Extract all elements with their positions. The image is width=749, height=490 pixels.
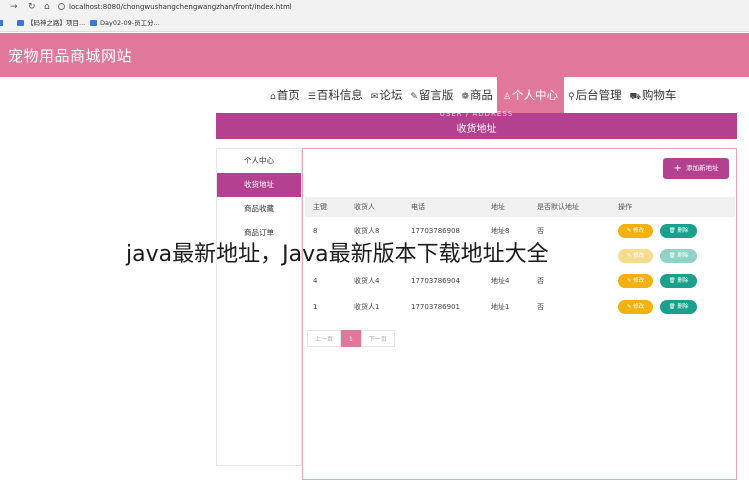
column-header: 是否默认地址 <box>537 203 579 211</box>
sidebar: 个人中心 收货地址 商品收藏 商品订单 <box>216 148 302 466</box>
edit-label: 修改 <box>633 278 645 284</box>
page-number-button[interactable]: 1 <box>341 330 361 347</box>
user-icon: ♙ <box>502 92 512 102</box>
cell-default: 否 <box>537 277 544 285</box>
list-icon: ☰ <box>307 92 316 102</box>
cell-phone: 17703786904 <box>411 277 460 285</box>
address-panel: + 添加新地址 主键 收货人 电话 地址 是否默认地址 操作 8 收货人8 177… <box>302 148 737 480</box>
forward-icon[interactable]: → <box>10 2 18 12</box>
nav-item-user-center[interactable]: ♙个人中心 <box>496 77 565 113</box>
nav-label: 后台管理 <box>575 88 622 102</box>
nav-label: 购物车 <box>641 88 677 102</box>
delete-label: 删除 <box>677 304 689 310</box>
nav-label: 首页 <box>276 88 300 102</box>
reload-icon[interactable]: ↻ <box>28 2 36 12</box>
cart-icon: ⛟ <box>629 92 641 102</box>
main-nav: ⌂首页 ☰百科信息 ✉论坛 ✎留言版 ❁商品 ♙个人中心 ⚲后台管理 ⛟购物车 <box>266 77 680 113</box>
site-title: 宠物用品商城网站 <box>8 47 133 65</box>
nav-label: 百科信息 <box>316 88 363 102</box>
add-address-button[interactable]: + 添加新地址 <box>663 158 729 179</box>
edit-label: 修改 <box>633 228 645 234</box>
delete-button[interactable]: 🗑 删除 <box>660 300 697 314</box>
sidebar-item-favorites[interactable]: 商品收藏 <box>217 197 301 221</box>
prev-page-button[interactable]: 上一页 <box>307 330 342 347</box>
bookmark-label: Day02-09-员工分... <box>100 19 160 27</box>
edit-button[interactable]: ✎ 修改 <box>618 300 653 314</box>
column-header: 电话 <box>411 203 425 211</box>
url-text: localhost:8080/chongwushangchengwangzhan… <box>69 3 292 11</box>
folder-icon <box>90 20 97 26</box>
nav-item-messages[interactable]: ✎留言版 <box>406 77 457 113</box>
nav-item-encyclopedia[interactable]: ☰百科信息 <box>304 77 367 113</box>
table-row: 4 收货人4 17703786904 地址4 否 ✎ 修改 🗑 删除 <box>305 269 735 293</box>
site-info-icon[interactable] <box>58 3 65 10</box>
nav-label: 论坛 <box>379 88 403 102</box>
cell-id: 4 <box>313 277 318 285</box>
column-header: 操作 <box>618 203 632 211</box>
cell-default: 否 <box>537 303 544 311</box>
cell-address: 地址1 <box>491 303 510 311</box>
edit-button[interactable]: ✎ 修改 <box>618 224 653 238</box>
page-banner: USER / ADDRESS 收货地址 <box>216 110 737 139</box>
banner-subtitle: USER / ADDRESS <box>439 110 514 118</box>
delete-label: 删除 <box>677 228 689 234</box>
cell-id: 1 <box>313 303 318 311</box>
site-header: 宠物用品商城网站 <box>0 33 749 77</box>
nav-label: 个人中心 <box>512 88 559 102</box>
edit-button[interactable]: ✎ 修改 <box>618 274 653 288</box>
cell-name: 收货人1 <box>354 303 380 311</box>
column-header: 地址 <box>491 203 505 211</box>
watermark-text: java最新地址，Java最新版本下载地址大全 <box>126 242 549 267</box>
cell-name: 收货人4 <box>354 277 380 285</box>
bookmark-item[interactable]: Day02-09-员工分... <box>90 18 160 28</box>
nav-item-forum[interactable]: ✉论坛 <box>367 77 407 113</box>
nav-item-products[interactable]: ❁商品 <box>457 77 497 113</box>
delete-label: 删除 <box>677 253 689 259</box>
delete-label: 删除 <box>677 278 689 284</box>
folder-icon <box>17 20 24 26</box>
delete-button[interactable]: 🗑 删除 <box>660 274 697 288</box>
table-header: 主键 收货人 电话 地址 是否默认地址 操作 <box>305 197 735 217</box>
flower-icon: ❁ <box>461 92 469 102</box>
column-header: 主键 <box>313 203 327 211</box>
edit-label: 修改 <box>633 304 645 310</box>
delete-button[interactable]: 🗑 删除 <box>660 224 697 238</box>
table-row: 1 收货人1 17703786901 地址1 否 ✎ 修改 🗑 删除 <box>305 295 735 319</box>
bookmark-icon <box>0 20 3 26</box>
page-title: 收货地址 <box>456 124 497 135</box>
edit-button[interactable]: ✎ 修改 <box>618 249 653 263</box>
next-page-button[interactable]: 下一页 <box>360 330 395 347</box>
home-icon: ⌂ <box>270 92 276 102</box>
nav-item-admin[interactable]: ⚲后台管理 <box>564 77 626 113</box>
sidebar-item-user-center[interactable]: 个人中心 <box>217 149 301 173</box>
column-header: 收货人 <box>354 203 375 211</box>
cell-address: 地址4 <box>491 277 510 285</box>
nav-label: 商品 <box>469 88 493 102</box>
bookmark-label: 【码神之路】项目... <box>27 19 86 27</box>
delete-button[interactable]: 🗑 删除 <box>660 249 697 263</box>
pagination: 上一页 1 下一页 <box>307 330 395 347</box>
cell-phone: 17703786901 <box>411 303 460 311</box>
edit-icon: ✎ <box>410 92 418 102</box>
sidebar-item-address[interactable]: 收货地址 <box>217 173 301 197</box>
address-bar[interactable]: localhost:8080/chongwushangchengwangzhan… <box>58 1 478 13</box>
mail-icon: ✉ <box>370 92 379 102</box>
bookmark-item[interactable]: 【码神之路】项目... <box>17 18 85 28</box>
nav-item-home[interactable]: ⌂首页 <box>266 77 304 113</box>
plus-icon: + <box>673 163 682 174</box>
nav-item-cart[interactable]: ⛟购物车 <box>626 77 681 113</box>
link-icon: ⚲ <box>568 92 575 102</box>
browser-toolbar: → ↻ ⌂ localhost:8080/chongwushangchengwa… <box>0 0 749 32</box>
add-address-label: 添加新地址 <box>685 164 719 172</box>
nav-label: 留言版 <box>418 88 454 102</box>
edit-label: 修改 <box>633 253 645 259</box>
home-icon[interactable]: ⌂ <box>44 2 50 12</box>
